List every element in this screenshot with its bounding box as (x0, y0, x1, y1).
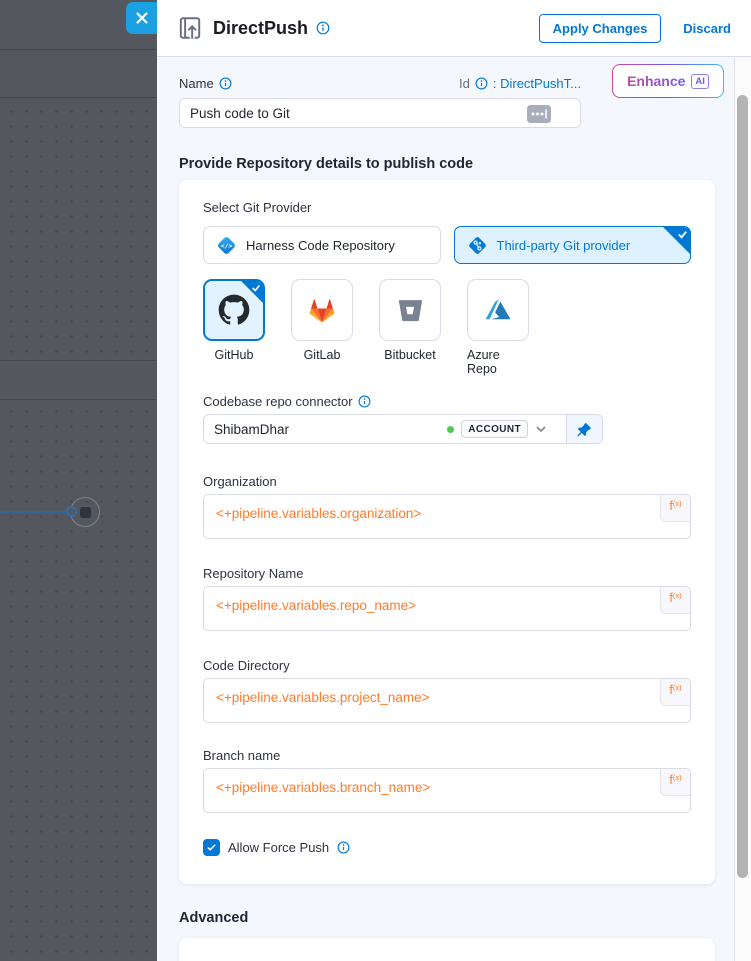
thumbnail-expression-icon[interactable] (526, 104, 552, 124)
connector-select[interactable]: ShibamDhar ACCOUNT (203, 414, 603, 444)
enhance-ai-button[interactable]: Enhance AI (612, 64, 724, 98)
drawer-header: DirectPush Apply Changes Discard (157, 0, 751, 57)
name-row: Name Id : DirectPushT... (179, 76, 581, 91)
connector-main: ShibamDhar ACCOUNT (204, 415, 566, 443)
tile-github-wrap: GitHub (203, 279, 265, 376)
id-info-icon[interactable] (475, 77, 488, 90)
name-input-wrapper (179, 98, 581, 128)
git-provider-icon (467, 235, 488, 256)
title-info-icon[interactable] (316, 21, 330, 35)
advanced-card (179, 938, 715, 961)
harness-code-icon: </> (216, 235, 237, 256)
field-label: Code Directory (203, 658, 691, 673)
drawer-body: Name Id : DirectPushT... Enhance AI (157, 58, 751, 961)
tile-label: Azure Repo (467, 348, 529, 376)
direct-push-step-icon (177, 15, 203, 41)
tile-azure[interactable] (467, 279, 529, 341)
branch-name-field[interactable]: <+pipeline.variables.branch_name> f(x) (203, 768, 691, 813)
repo-section-title: Provide Repository details to publish co… (179, 156, 715, 172)
repository-name-field[interactable]: <+pipeline.variables.repo_name> f(x) (203, 586, 691, 631)
tile-gitlab-wrap: GitLab (291, 279, 353, 376)
fx-sub: (x) (673, 683, 682, 692)
expression-value: <+pipeline.variables.project_name> (216, 690, 650, 705)
tile-github[interactable] (203, 279, 265, 341)
enhance-label: Enhance (627, 73, 685, 89)
connector-label: Codebase repo connector (203, 394, 353, 409)
force-push-label: Allow Force Push (228, 840, 329, 855)
advanced-section-title: Advanced (179, 910, 715, 926)
selected-check-icon (677, 229, 688, 240)
pin-icon (576, 421, 593, 438)
connector-value: ShibamDhar (214, 422, 447, 437)
id-label: Id (459, 76, 470, 91)
gitlab-icon (306, 294, 338, 326)
tile-azure-wrap: Azure Repo (467, 279, 529, 376)
chevron-down-icon[interactable] (535, 423, 547, 435)
tile-gitlab[interactable] (291, 279, 353, 341)
azure-repo-icon (483, 295, 513, 325)
expression-value: <+pipeline.variables.branch_name> (216, 780, 650, 795)
connector-status-dot (447, 426, 454, 433)
discard-button[interactable]: Discard (683, 21, 731, 36)
fx-sub: (x) (673, 773, 682, 782)
force-push-checkbox[interactable] (203, 839, 220, 856)
scrollbar-track[interactable] (734, 58, 751, 961)
drawer-close-button[interactable] (126, 2, 158, 34)
expression-fx-button[interactable]: f(x) (660, 587, 690, 614)
field-label: Organization (203, 474, 691, 489)
pipeline-canvas (0, 0, 157, 961)
pipeline-node-glyph (80, 507, 91, 518)
selected-check-icon (251, 283, 261, 293)
step-name-input[interactable] (190, 106, 570, 121)
force-push-row: Allow Force Push (203, 839, 691, 856)
select-git-provider-label: Select Git Provider (203, 200, 691, 215)
step-id-group: Id : DirectPushT... (459, 76, 581, 91)
tile-bitbucket[interactable] (379, 279, 441, 341)
ai-badge: AI (691, 74, 709, 89)
expression-fx-button[interactable]: f(x) (660, 495, 690, 522)
expression-value: <+pipeline.variables.organization> (216, 506, 650, 521)
scrollbar-thumb[interactable] (737, 95, 748, 878)
field-label: Repository Name (203, 566, 691, 581)
provider-card-group: </> Harness Code Repository Third-party … (203, 226, 691, 264)
scope-badge: ACCOUNT (461, 420, 528, 438)
canvas-dot-grid (0, 98, 157, 961)
fx-sub: (x) (673, 499, 682, 508)
canvas-divider-band (0, 360, 157, 400)
pipeline-edge-port (66, 506, 77, 517)
provider-card-label: Third-party Git provider (497, 238, 631, 253)
expression-fx-button[interactable]: f(x) (660, 679, 690, 706)
provider-card-thirdparty[interactable]: Third-party Git provider (454, 226, 692, 264)
connector-info-icon[interactable] (358, 395, 371, 408)
provider-card-harness[interactable]: </> Harness Code Repository (203, 226, 441, 264)
name-label: Name (179, 76, 214, 91)
tile-label: Bitbucket (384, 348, 435, 362)
bitbucket-icon (396, 296, 424, 324)
canvas-second-strip (0, 50, 157, 98)
fx-sub: (x) (673, 591, 682, 600)
step-config-drawer: DirectPush Apply Changes Discard Name Id… (157, 0, 751, 961)
git-provider-tiles: GitHub GitLab Bi (203, 279, 691, 376)
code-directory-field[interactable]: <+pipeline.variables.project_name> f(x) (203, 678, 691, 723)
close-icon (135, 11, 149, 25)
pipeline-edge-connector (0, 511, 68, 513)
provider-card-label: Harness Code Repository (246, 238, 395, 253)
pin-button[interactable] (566, 415, 602, 443)
repo-details-card: Select Git Provider </> Harness Code Rep… (179, 180, 715, 884)
force-push-info-icon[interactable] (337, 841, 350, 854)
apply-changes-button[interactable]: Apply Changes (539, 14, 662, 43)
name-info-icon[interactable] (219, 77, 232, 90)
tile-label: GitLab (304, 348, 341, 362)
tile-label: GitHub (215, 348, 254, 362)
svg-text:</>: </> (221, 241, 233, 249)
id-value: : DirectPushT... (493, 76, 581, 91)
field-label: Branch name (203, 748, 691, 763)
expression-fx-button[interactable]: f(x) (660, 769, 690, 796)
organization-field[interactable]: <+pipeline.variables.organization> f(x) (203, 494, 691, 539)
page-title: DirectPush (213, 18, 308, 39)
expression-value: <+pipeline.variables.repo_name> (216, 598, 650, 613)
tile-bitbucket-wrap: Bitbucket (379, 279, 441, 376)
